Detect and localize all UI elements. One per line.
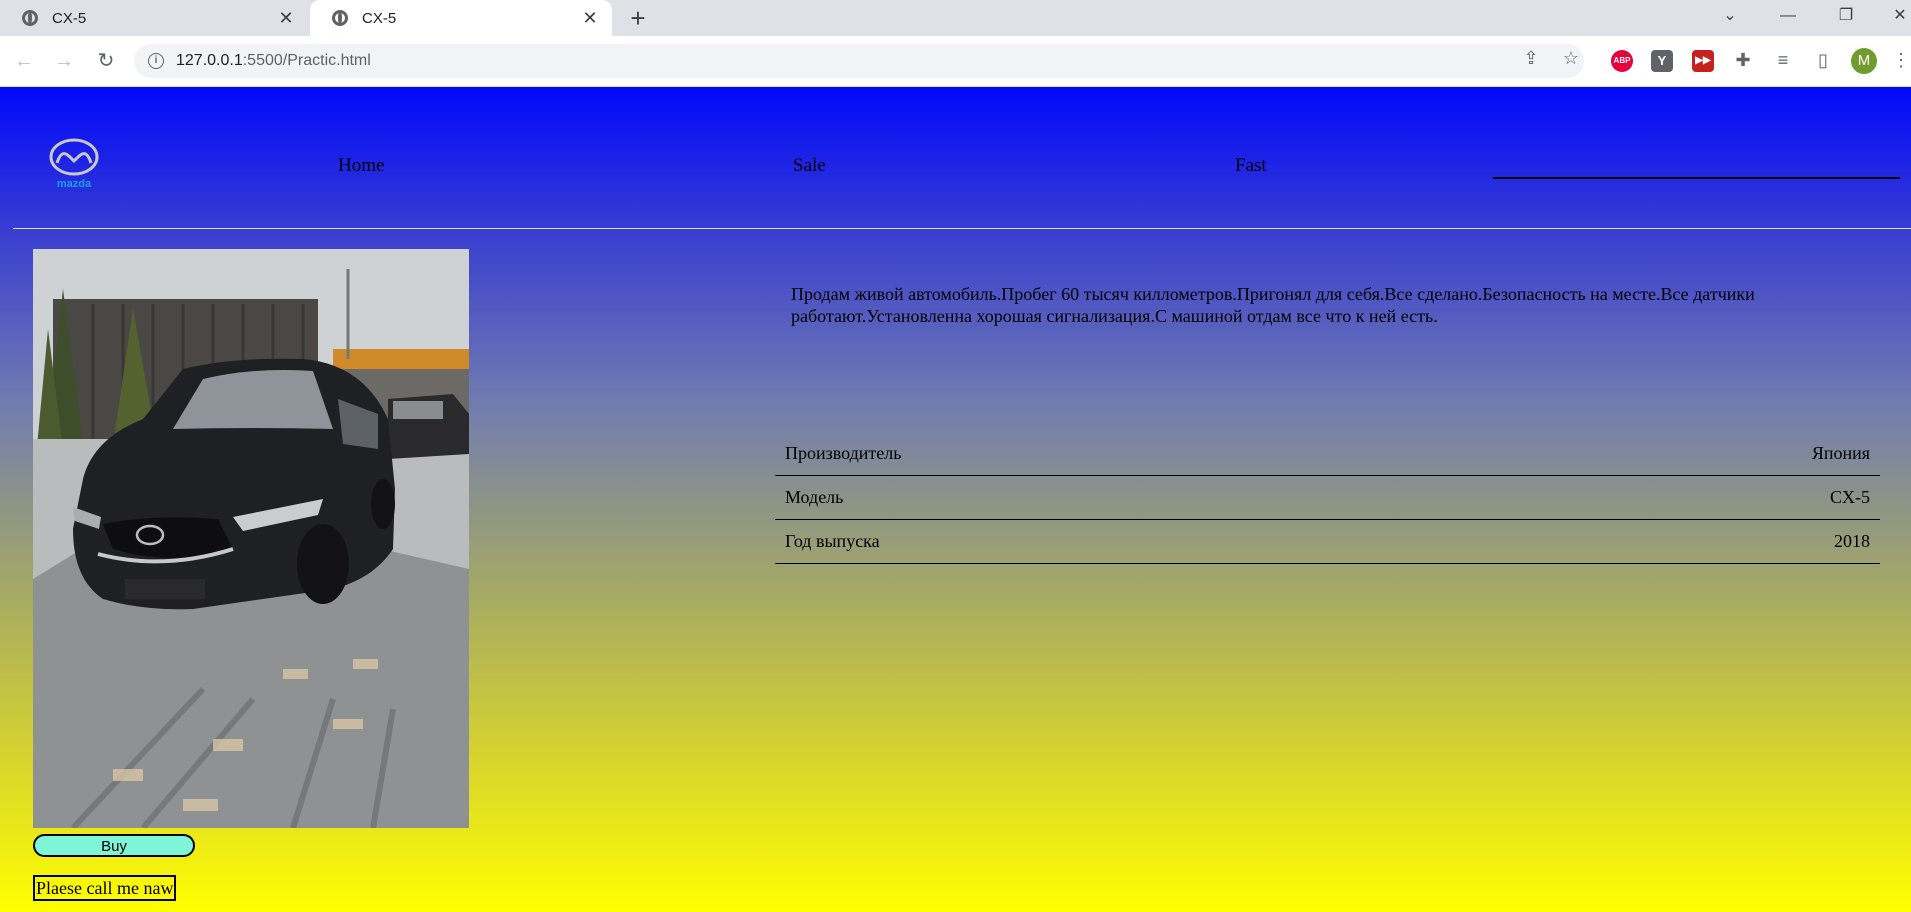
header-divider [13,228,1911,229]
mazda-logo[interactable]: mazda [48,137,100,190]
tab-cx5-active[interactable]: CX-5 ✕ [310,0,612,36]
url-text[interactable]: 127.0.0.1:5500/Practic.html [176,52,371,70]
extensions-puzzle-icon[interactable]: ✚ [1730,47,1756,73]
side-panel-icon[interactable]: ▯ [1810,47,1836,73]
close-window-button[interactable]: ✕ [1880,0,1911,32]
address-bar[interactable]: i 127.0.0.1:5500/Practic.html [134,44,1584,78]
spec-value: 2018 [1477,519,1880,564]
site-info-icon[interactable]: i [148,53,164,69]
media-extension-icon[interactable]: ▶▶ [1692,50,1714,72]
table-row: Модель CX-5 [775,475,1880,520]
search-input[interactable] [1493,175,1900,179]
car-description: Продам живой автомобиль.Пробег 60 тысяч … [791,284,1755,326]
url-host: 127.0.0.1 [176,52,243,69]
url-path: :5500/Practic.html [242,52,371,69]
minimize-button[interactable]: — [1768,0,1808,32]
car-photo [33,249,469,828]
nav-link-home[interactable]: Home [338,155,384,177]
spec-label: Производитель [775,432,1478,476]
back-button[interactable]: ← [12,49,36,73]
reading-list-icon[interactable]: ≡ [1770,47,1796,73]
tab-title: CX-5 [362,9,397,27]
yandex-label: Y [1657,53,1667,68]
spec-label: Модель [775,475,1478,520]
page-viewport: mazda Home Sale Fast Buy Plaese call me … [0,87,1911,912]
tab-strip: CX-5 ✕ CX-5 ✕ + ⌄ — ❐ ✕ [0,0,1911,36]
reload-button[interactable]: ↻ [94,49,118,73]
yandex-extension-icon[interactable]: Y [1651,50,1673,72]
new-tab-button[interactable]: + [624,4,652,32]
bookmark-star-icon[interactable]: ☆ [1558,45,1584,71]
call-me-note: Plaese call me naw [33,875,177,901]
close-icon[interactable]: ✕ [580,8,600,29]
logo-wordmark: mazda [57,178,92,189]
menu-kebab-icon[interactable]: ⋮ [1892,47,1910,73]
globe-icon [332,10,348,26]
table-row: Год выпуска 2018 [775,519,1880,564]
forward-button[interactable]: → [52,49,76,73]
spec-value: CX-5 [1477,475,1880,520]
globe-icon [22,10,38,26]
browser-toolbar: ← → ↻ i 127.0.0.1:5500/Practic.html ⇪ ☆ … [0,36,1911,87]
spec-table: Производитель Япония Модель CX-5 Год вып… [775,432,1880,564]
table-row: Производитель Япония [775,432,1880,476]
buy-button[interactable]: Buy [33,834,195,857]
close-icon[interactable]: ✕ [276,8,296,29]
nav-link-fast[interactable]: Fast [1235,155,1267,177]
profile-avatar[interactable]: M [1851,48,1877,74]
nav-link-sale[interactable]: Sale [793,155,826,177]
tab-cx5-first[interactable]: CX-5 ✕ [0,0,308,36]
share-icon[interactable]: ⇪ [1518,45,1544,71]
adblock-extension-icon[interactable]: ABP [1611,50,1633,72]
spec-value: Япония [1477,432,1880,476]
adblock-label: ABP [1613,56,1631,65]
spec-label: Год выпуска [775,519,1478,564]
tab-search-chevron-icon[interactable]: ⌄ [1710,0,1750,32]
tab-title: CX-5 [52,9,87,27]
restore-button[interactable]: ❐ [1826,0,1866,32]
avatar-initial: M [1857,52,1871,69]
